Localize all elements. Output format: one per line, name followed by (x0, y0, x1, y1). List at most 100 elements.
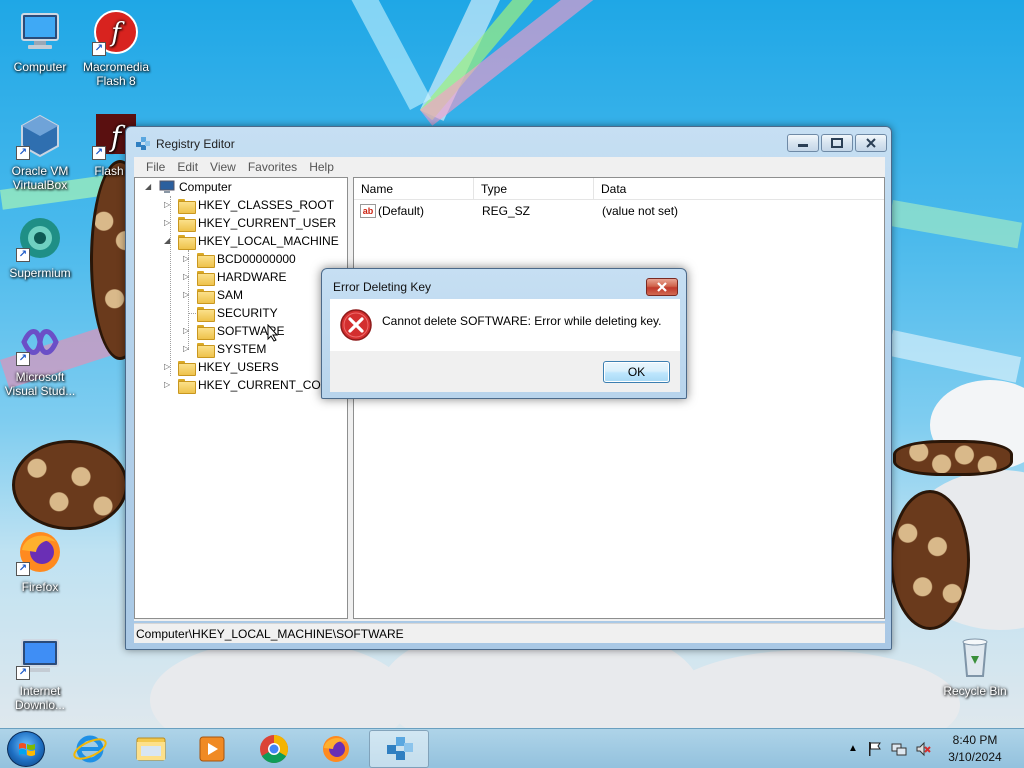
internet-explorer-icon (73, 735, 107, 763)
computer-icon (159, 180, 175, 194)
folder-icon (178, 361, 196, 376)
expand-arrow-icon[interactable]: ▷ (183, 268, 193, 286)
media-player-icon (199, 736, 225, 762)
expand-arrow-icon[interactable]: ▷ (183, 250, 193, 268)
desktop-icon-virtualbox[interactable]: ↗ Oracle VM VirtualBox (0, 112, 80, 192)
recycle-bin-icon (951, 632, 999, 680)
tree-node-hkey-classes-root[interactable]: ▷ HKEY_CLASSES_ROOT (135, 196, 347, 214)
volume-muted-icon[interactable] (915, 741, 931, 757)
taskbar: ▲ 8:40 PM 3/10/2024 (0, 728, 1024, 768)
tree-node-bcd[interactable]: ▷ BCD00000000 (135, 250, 347, 268)
tree-node-system[interactable]: ▷ SYSTEM (135, 340, 347, 358)
flash-icon: f ↗ (92, 8, 140, 56)
expand-arrow-icon[interactable]: ▷ (183, 340, 193, 358)
tree-node-hkey-current-config[interactable]: ▷ HKEY_CURRENT_CONF (135, 376, 347, 394)
menu-help[interactable]: Help (303, 160, 340, 174)
minimize-icon (798, 144, 808, 147)
desktop-icon-visualstudio[interactable]: ↗ Microsoft Visual Stud... (0, 318, 80, 398)
taskbar-file-explorer[interactable] (121, 730, 181, 768)
network-icon[interactable] (891, 741, 907, 757)
clock-date: 3/10/2024 (948, 750, 1002, 764)
menu-file[interactable]: File (140, 160, 171, 174)
firefox-icon: ↗ (16, 528, 64, 576)
visual-studio-icon: ↗ (16, 318, 64, 366)
desktop-icon-label: Recycle Bin (943, 684, 1007, 698)
dialog-close-button[interactable] (646, 278, 678, 296)
clock-time: 8:40 PM (952, 733, 998, 747)
window-client: ◢ Computer ▷ HKEY_CLASSES_ROOT ▷ HKEY_CU… (134, 177, 885, 621)
menu-edit[interactable]: Edit (171, 160, 204, 174)
expand-arrow-icon[interactable]: ▷ (164, 376, 174, 394)
folder-icon (178, 217, 196, 232)
desktop-icon-supermium[interactable]: ↗ Supermium (0, 214, 80, 280)
window-title: Registry Editor (156, 137, 235, 151)
collapse-arrow-icon[interactable]: ◢ (145, 178, 155, 196)
clock[interactable]: 8:40 PM 3/10/2024 (940, 732, 1010, 766)
dialog-footer: OK (330, 351, 680, 392)
folder-icon (197, 343, 215, 358)
action-center-flag-icon[interactable] (867, 741, 883, 757)
tree-node-hkey-current-user[interactable]: ▷ HKEY_CURRENT_USER (135, 214, 347, 232)
menu-view[interactable]: View (204, 160, 242, 174)
taskbar-regedit[interactable] (369, 730, 429, 768)
download-manager-icon: ↗ (16, 632, 64, 680)
taskbar-internet-explorer[interactable] (60, 730, 120, 768)
firefox-icon (323, 736, 349, 762)
desktop-icon-flash8[interactable]: f ↗ Macromedia Flash 8 (76, 8, 156, 88)
list-header: Name Type Data (354, 178, 884, 200)
status-bar: Computer\HKEY_LOCAL_MACHINE\SOFTWARE (134, 623, 885, 643)
registry-tree[interactable]: ◢ Computer ▷ HKEY_CLASSES_ROOT ▷ HKEY_CU… (134, 177, 348, 619)
value-row[interactable]: ab (Default) REG_SZ (value not set) (354, 202, 884, 220)
shortcut-arrow-icon: ↗ (16, 248, 30, 262)
close-button[interactable] (855, 134, 887, 152)
column-header-data[interactable]: Data (594, 178, 884, 200)
tree-node-computer[interactable]: ◢ Computer (135, 178, 347, 196)
maximize-icon (831, 138, 843, 148)
collapse-arrow-icon[interactable]: ◢ (164, 232, 174, 250)
desktop-icon-label: Firefox (21, 580, 59, 594)
tree-node-hkey-local-machine[interactable]: ◢ HKEY_LOCAL_MACHINE (135, 232, 347, 250)
expand-arrow-icon[interactable]: ▷ (183, 322, 193, 340)
desktop-icon-label: Supermium (9, 266, 71, 280)
tree-node-hardware[interactable]: ▷ HARDWARE (135, 268, 347, 286)
value-data: (value not set) (602, 204, 679, 218)
computer-icon (16, 8, 64, 56)
windows-logo-icon (19, 743, 35, 756)
shortcut-arrow-icon: ↗ (92, 146, 106, 160)
dialog-message: Cannot delete SOFTWARE: Error while dele… (382, 314, 662, 328)
taskbar-media-player[interactable] (182, 730, 242, 768)
taskbar-chrome[interactable] (244, 730, 304, 768)
desktop-icon-computer[interactable]: Computer (0, 8, 80, 74)
tree-node-security[interactable]: SECURITY (135, 304, 347, 322)
expand-arrow-icon[interactable]: ▷ (183, 286, 193, 304)
minimize-button[interactable] (787, 134, 819, 152)
taskbar-firefox[interactable] (306, 730, 366, 768)
column-header-name[interactable]: Name (354, 178, 474, 200)
expand-arrow-icon[interactable]: ▷ (164, 196, 174, 214)
desktop-icon-internet-download[interactable]: ↗ Internet Downlo... (0, 632, 80, 712)
folder-open-icon (178, 235, 196, 250)
maximize-button[interactable] (821, 134, 853, 152)
window-titlebar[interactable]: Registry Editor (126, 127, 891, 157)
tree-node-sam[interactable]: ▷ SAM (135, 286, 347, 304)
supermium-icon: ↗ (16, 214, 64, 262)
file-explorer-icon (136, 737, 166, 761)
start-button[interactable] (7, 731, 45, 767)
folder-icon (197, 289, 215, 304)
folder-icon (197, 253, 215, 268)
folder-icon (197, 325, 215, 340)
desktop-icon-firefox[interactable]: ↗ Firefox (0, 528, 80, 594)
desktop-icon-recycle-bin[interactable]: Recycle Bin (935, 632, 1015, 698)
folder-icon (178, 199, 196, 214)
error-dialog[interactable]: Error Deleting Key Cannot delete SOFTWAR… (321, 268, 687, 399)
expand-arrow-icon[interactable]: ▷ (164, 358, 174, 376)
tree-node-hkey-users[interactable]: ▷ HKEY_USERS (135, 358, 347, 376)
column-header-type[interactable]: Type (474, 178, 594, 200)
folder-icon (197, 307, 215, 322)
expand-arrow-icon[interactable]: ▷ (164, 214, 174, 232)
menu-favorites[interactable]: Favorites (242, 160, 303, 174)
ok-button[interactable]: OK (603, 361, 670, 383)
show-hidden-icons-icon[interactable]: ▲ (845, 741, 861, 757)
tree-node-software[interactable]: ▷ SOFTWARE (135, 322, 347, 342)
desktop-icon-label: Oracle VM VirtualBox (11, 164, 69, 192)
